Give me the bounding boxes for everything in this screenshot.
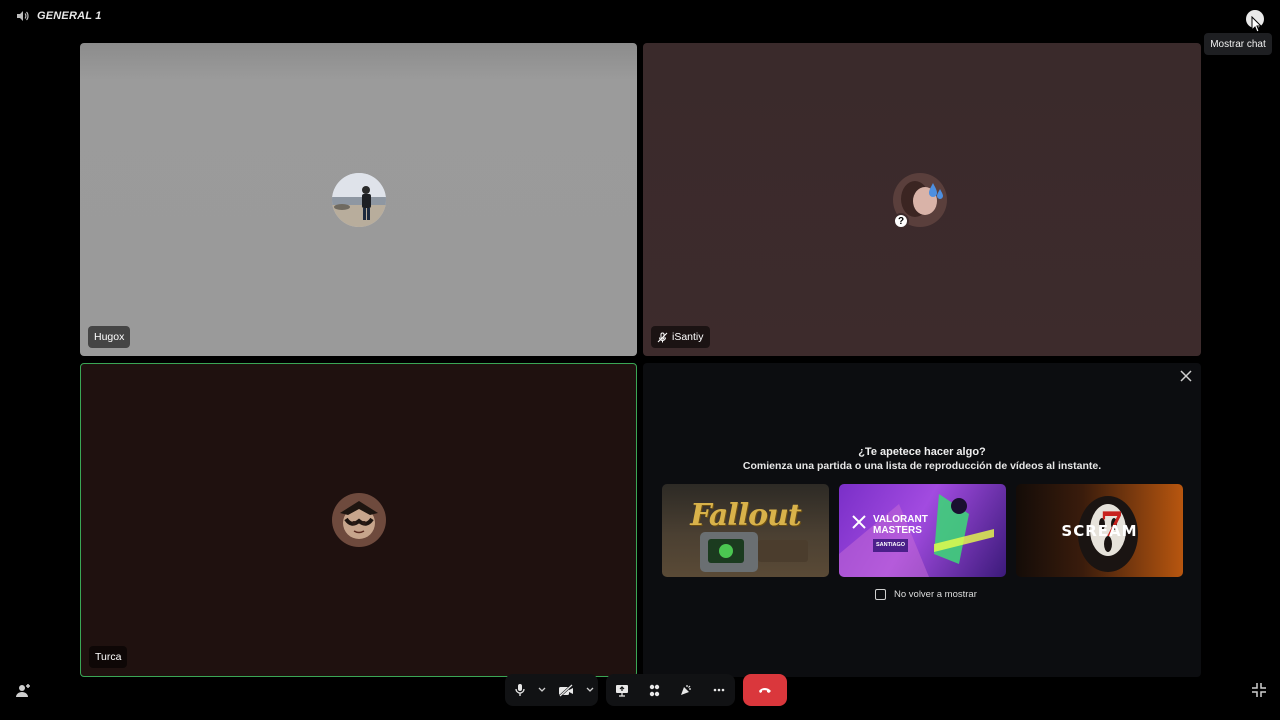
chat-tooltip: Mostrar chat — [1204, 33, 1272, 55]
invite-icon[interactable] — [15, 683, 31, 699]
video-tile-hugox[interactable]: Hugox — [80, 43, 637, 356]
channel-name: GENERAL 1 — [37, 10, 102, 22]
muted-mic-icon — [657, 332, 668, 342]
more-icon — [713, 688, 724, 692]
cursor-icon — [1251, 16, 1263, 33]
participant-name: iSantiy — [672, 331, 704, 343]
participant-name: Turca — [95, 651, 122, 663]
audio-video-controls — [505, 674, 598, 706]
activity-subtitle: Comienza una partida o una lista de repr… — [742, 460, 1102, 472]
exit-fullscreen-icon[interactable] — [1251, 682, 1267, 698]
activity-card-scream[interactable]: 7 SCREAM — [1016, 484, 1183, 577]
camera-options-button[interactable] — [583, 674, 597, 706]
avatar — [332, 173, 386, 227]
camera-off-icon — [559, 683, 573, 697]
video-tile-turca[interactable]: Turca — [80, 363, 637, 677]
dont-show-again-checkbox[interactable] — [875, 589, 886, 600]
disconnect-button[interactable] — [743, 674, 787, 706]
activity-cards: Fallout VALORANT MASTERS SANTIAGO 7 SCRE… — [662, 484, 1183, 577]
chevron-down-icon — [586, 687, 594, 692]
avatar-hugox-image — [332, 173, 386, 227]
activity-title: ¿Te apetece hacer algo? — [858, 446, 986, 458]
card-title: VALORANT MASTERS SANTIAGO — [873, 514, 937, 552]
participant-name-tag: Hugox — [88, 326, 131, 348]
activities-button[interactable] — [638, 674, 670, 706]
screen-share-button[interactable] — [606, 674, 638, 706]
screen-share-icon — [616, 684, 628, 697]
channel-header: GENERAL 1 — [16, 10, 102, 22]
more-options-button[interactable] — [702, 674, 735, 706]
soundboard-icon — [681, 685, 691, 695]
card-title: Fallout — [690, 498, 802, 533]
microphone-options-button[interactable] — [535, 674, 549, 706]
participant-name-tag: Turca — [89, 646, 128, 668]
dont-show-again-row[interactable]: No volver a mostrar — [875, 589, 977, 600]
participant-name: Hugox — [94, 331, 125, 343]
avatar — [332, 493, 386, 547]
speaker-icon — [17, 11, 29, 21]
activity-card-valorant[interactable]: VALORANT MASTERS SANTIAGO — [839, 484, 1006, 577]
hang-up-icon — [759, 688, 771, 693]
top-bar: GENERAL 1 Mostrar chat — [0, 0, 1280, 55]
card-title: SCREAM — [1061, 521, 1138, 540]
activity-suggestion-panel: ¿Te apetece hacer algo? Comienza una par… — [643, 363, 1201, 677]
participant-name-tag: iSantiy — [651, 326, 710, 348]
microphone-icon — [515, 684, 525, 696]
video-tile-isantiy[interactable]: ? iSantiy — [643, 43, 1201, 356]
close-icon[interactable] — [1177, 367, 1195, 385]
chevron-down-icon — [538, 687, 546, 692]
soundboard-button[interactable] — [670, 674, 702, 706]
activities-icon — [649, 684, 659, 696]
call-actions-controls — [606, 674, 735, 706]
avatar-turca-image — [332, 493, 386, 547]
camera-button[interactable] — [549, 674, 583, 706]
activity-card-fallout[interactable]: Fallout — [662, 484, 829, 577]
status-badge: ? — [893, 213, 909, 229]
dont-show-again-label: No volver a mostrar — [894, 589, 977, 600]
microphone-button[interactable] — [505, 674, 535, 706]
